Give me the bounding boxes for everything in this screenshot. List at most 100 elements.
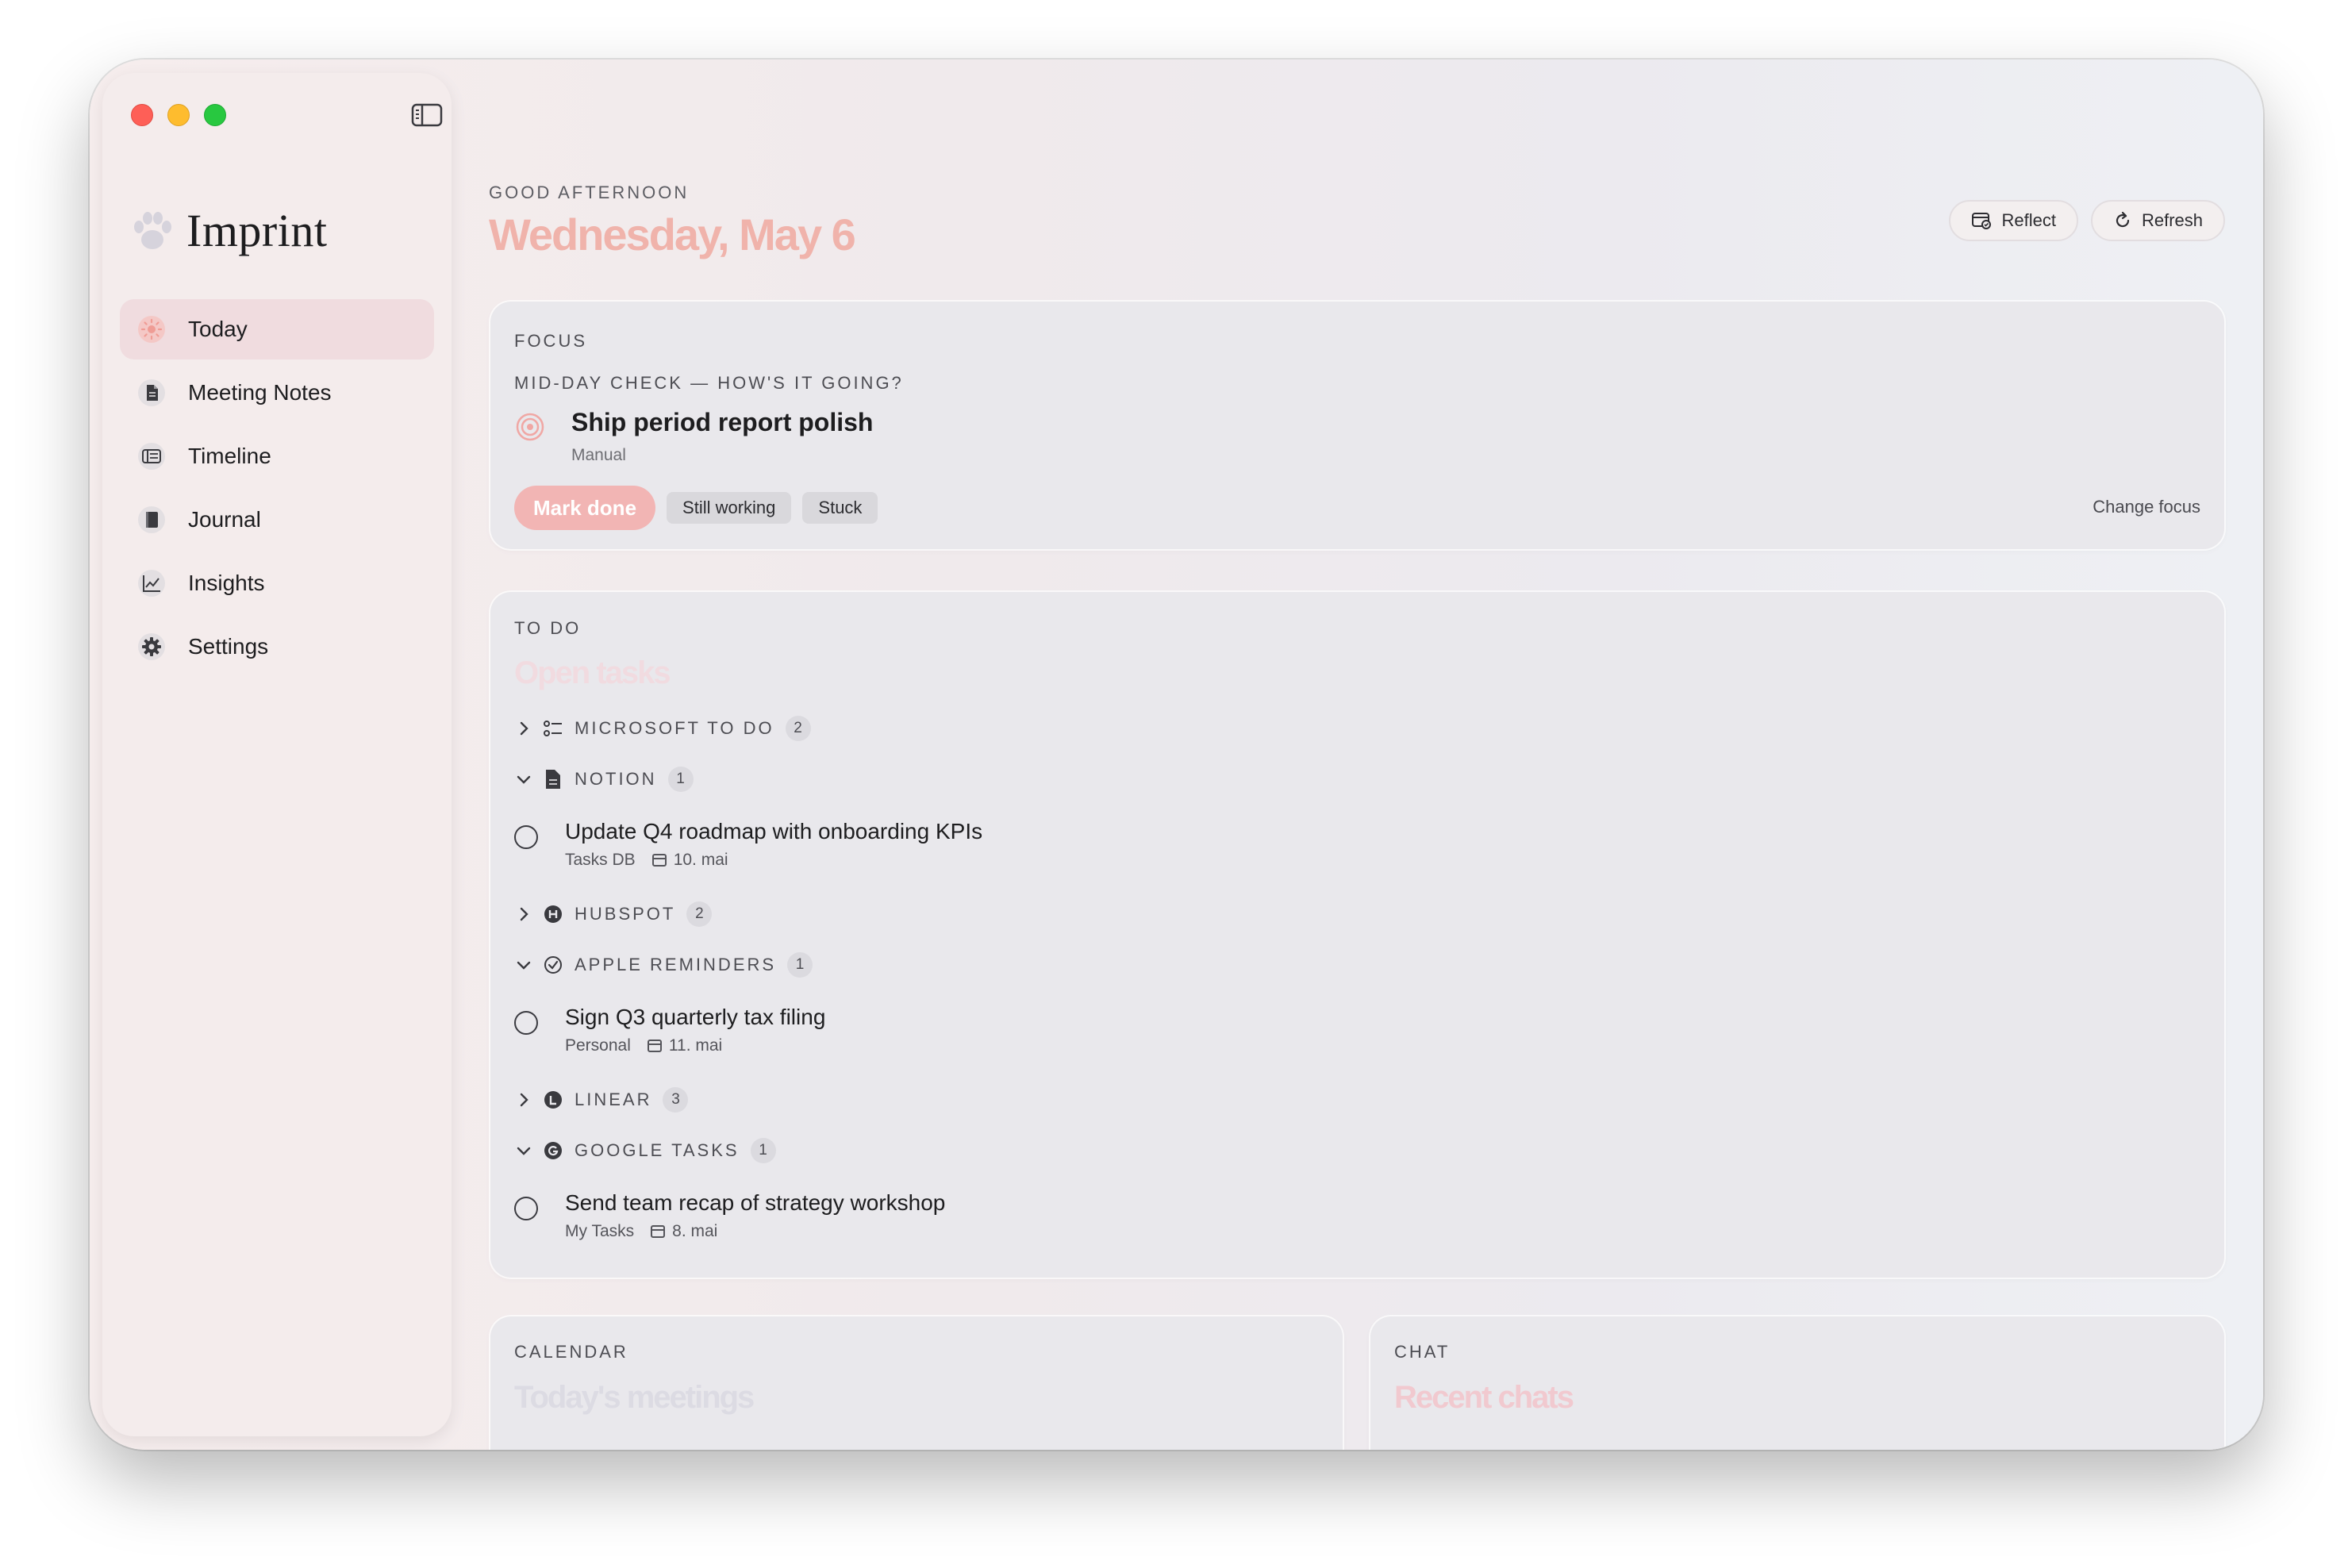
minimize-window-button[interactable] xyxy=(167,104,190,126)
group-name: GOOGLE TASKS xyxy=(575,1140,740,1160)
chevron-right-icon xyxy=(520,1093,528,1107)
refresh-icon xyxy=(2116,211,2130,228)
sidebar-item-label: Timeline xyxy=(188,444,271,468)
group-apple-reminders[interactable]: APPLE REMINDERS 1 xyxy=(514,949,813,981)
google-icon xyxy=(543,1140,563,1161)
calendar-icon xyxy=(647,1040,662,1052)
count-badge: 2 xyxy=(686,901,713,927)
group-name: LINEAR xyxy=(575,1090,652,1109)
sidebar-item-meeting-notes[interactable]: Meeting Notes xyxy=(120,363,434,423)
focus-label: FOCUS xyxy=(514,331,587,351)
sidebar-item-journal[interactable]: Journal xyxy=(120,490,434,550)
task-checkbox[interactable] xyxy=(514,1197,538,1220)
reflect-label: Reflect xyxy=(2001,210,2056,230)
reflect-button[interactable]: Reflect xyxy=(1949,200,2078,241)
chevron-down-icon xyxy=(517,775,531,784)
sidebar-item-label: Journal xyxy=(188,507,261,532)
checkmark-circle-icon xyxy=(543,955,563,975)
page-title: Wednesday, May 6 xyxy=(489,209,856,259)
task-list: Personal xyxy=(565,1036,631,1055)
greeting: GOOD AFTERNOON xyxy=(489,183,690,202)
calendar-icon xyxy=(651,854,667,867)
focus-task-title: Ship period report polish xyxy=(571,408,874,436)
calendar-label: CALENDAR xyxy=(514,1342,628,1362)
todo-label: TO DO xyxy=(514,618,582,638)
count-badge: 1 xyxy=(667,767,694,792)
sidebar-item-label: Today xyxy=(188,317,248,341)
gear-icon xyxy=(136,631,167,663)
focus-actions: Mark done Still working Stuck xyxy=(514,486,878,530)
task-due: 8. mai xyxy=(672,1222,718,1240)
group-name: HUBSPOT xyxy=(575,904,676,924)
sidebar-item-settings[interactable]: Settings xyxy=(120,617,434,677)
group-name: MICROSOFT TO DO xyxy=(575,718,774,738)
reflect-icon xyxy=(1972,213,1992,229)
focus-subtitle: MID-DAY CHECK — HOW'S IT GOING? xyxy=(514,373,904,393)
sidebar-item-label: Settings xyxy=(188,634,269,659)
chevron-down-icon xyxy=(517,961,531,970)
sidebar-nav: Today Meeting Notes Timeline Journal Ins… xyxy=(120,299,434,680)
sidebar: Imprint Today Meeting Notes Timeline Jou… xyxy=(102,73,452,1436)
group-linear[interactable]: LINEAR 3 xyxy=(514,1084,689,1116)
task-due: 10. mai xyxy=(673,851,728,869)
task-meta: Personal 11. mai xyxy=(565,1036,722,1055)
refresh-button[interactable]: Refresh xyxy=(2090,200,2225,241)
target-icon xyxy=(514,411,546,443)
sidebar-item-label: Meeting Notes xyxy=(188,380,332,405)
calendar-icon xyxy=(651,1225,666,1238)
chart-icon xyxy=(136,567,167,599)
task-title[interactable]: Update Q4 roadmap with onboarding KPIs xyxy=(565,819,982,844)
task-title[interactable]: Sign Q3 quarterly tax filing xyxy=(565,1005,825,1030)
chevron-down-icon xyxy=(517,1147,531,1155)
chevron-right-icon xyxy=(520,907,528,921)
app-name: Imprint xyxy=(186,205,328,256)
close-window-button[interactable] xyxy=(131,104,153,126)
timeline-icon xyxy=(136,440,167,472)
chevron-right-icon xyxy=(520,721,528,736)
zoom-window-button[interactable] xyxy=(204,104,226,126)
linear-icon xyxy=(543,1090,563,1110)
app-window: Imprint Today Meeting Notes Timeline Jou… xyxy=(90,60,2263,1450)
chat-title: Recent chats xyxy=(1394,1380,1574,1415)
mark-done-button[interactable]: Mark done xyxy=(514,486,656,530)
task-due: 11. mai xyxy=(668,1036,723,1055)
group-hubspot[interactable]: HUBSPOT 2 xyxy=(514,898,713,930)
header-actions: Reflect Refresh xyxy=(1936,200,2225,241)
sidebar-item-timeline[interactable]: Timeline xyxy=(120,426,434,486)
refresh-label: Refresh xyxy=(2141,210,2203,230)
count-badge: 1 xyxy=(787,952,813,978)
list-icon xyxy=(543,718,563,739)
task-checkbox[interactable] xyxy=(514,825,538,849)
calendar-title: Today's meetings xyxy=(514,1380,755,1415)
brand: Imprint xyxy=(131,204,327,257)
chat-label: CHAT xyxy=(1394,1342,1451,1362)
count-badge: 2 xyxy=(785,716,811,741)
sidebar-item-label: Insights xyxy=(188,571,265,595)
task-title[interactable]: Send team recap of strategy workshop xyxy=(565,1190,945,1216)
group-microsoft-to-do[interactable]: MICROSOFT TO DO 2 xyxy=(514,713,811,744)
document-icon xyxy=(136,377,167,409)
hubspot-icon xyxy=(543,904,563,924)
group-google-tasks[interactable]: GOOGLE TASKS 1 xyxy=(514,1135,776,1166)
sidebar-toggle-icon[interactable] xyxy=(411,102,443,128)
todo-card: TO DO Open tasks MICROSOFT TO DO 2 NOTIO… xyxy=(490,592,2224,1278)
stuck-button[interactable]: Stuck xyxy=(802,492,878,524)
paw-logo-icon xyxy=(131,209,174,252)
document-icon xyxy=(543,769,563,790)
task-checkbox[interactable] xyxy=(514,1011,538,1035)
task-meta: Tasks DB 10. mai xyxy=(565,851,728,870)
change-focus-link[interactable]: Change focus xyxy=(2093,497,2200,517)
sidebar-item-today[interactable]: Today xyxy=(120,299,434,359)
calendar-card: CALENDAR Today's meetings xyxy=(490,1316,1343,1450)
task-list: Tasks DB xyxy=(565,851,636,869)
still-working-button[interactable]: Still working xyxy=(667,492,792,524)
sun-icon xyxy=(136,313,167,345)
todo-title: Open tasks xyxy=(514,655,671,690)
focus-card: FOCUS MID-DAY CHECK — HOW'S IT GOING? Sh… xyxy=(490,302,2224,549)
group-notion[interactable]: NOTION 1 xyxy=(514,763,694,795)
group-name: APPLE REMINDERS xyxy=(575,955,777,974)
sidebar-item-insights[interactable]: Insights xyxy=(120,553,434,613)
count-badge: 3 xyxy=(663,1087,689,1113)
book-icon xyxy=(136,504,167,536)
task-list: My Tasks xyxy=(565,1222,635,1240)
